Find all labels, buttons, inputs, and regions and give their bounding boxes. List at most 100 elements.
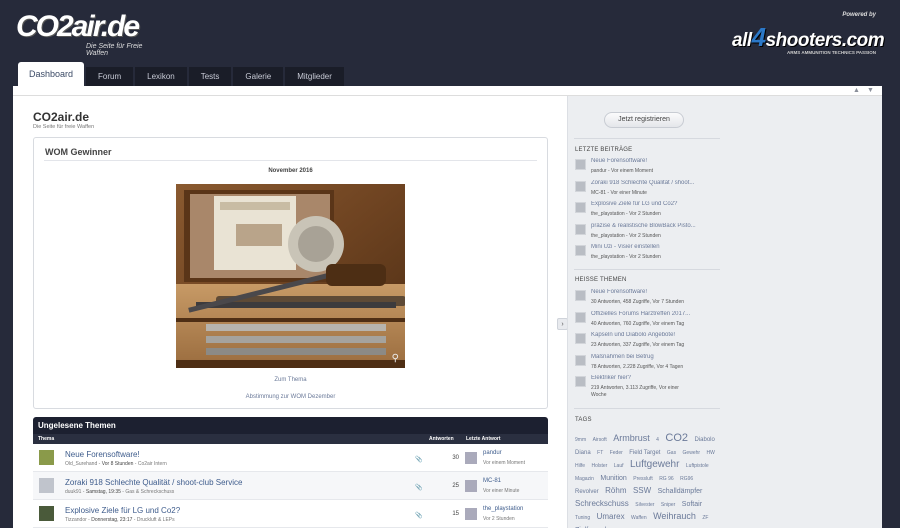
table-row[interactable]: Neue Forensoftware! Old_Surehand - Vor 8 … xyxy=(33,444,548,472)
latest-post-item[interactable]: präzise & realistische BlowBack Pisto...… xyxy=(575,223,721,244)
avatar[interactable] xyxy=(575,354,586,366)
topic-title-link[interactable]: Neue Forensoftware! xyxy=(65,450,140,459)
hot-topic-title-link[interactable]: Offizielles Forums Harztreffen 2017... xyxy=(591,311,721,317)
sponsor-banner[interactable]: Powered by all4shooters.com ARMS AMMUNIT… xyxy=(728,12,885,60)
tag-link[interactable]: Hilfe xyxy=(575,463,585,469)
tag-link[interactable]: Waffen xyxy=(631,515,647,521)
tag-link[interactable]: Gewehr xyxy=(683,450,701,456)
avatar[interactable] xyxy=(575,180,586,192)
tag-link[interactable]: Umarex xyxy=(597,512,625,521)
tag-link[interactable]: Röhm xyxy=(605,486,626,495)
tag-link[interactable]: Armbrust xyxy=(613,433,650,443)
tag-link[interactable]: Munition xyxy=(600,475,626,482)
avatar[interactable] xyxy=(39,478,54,493)
avatar[interactable] xyxy=(39,506,54,521)
table-header: Thema Antworten Letzte Antwort xyxy=(33,434,548,444)
avatar[interactable] xyxy=(575,376,586,387)
tag-link[interactable]: Softair xyxy=(682,501,702,508)
hot-topic-item[interactable]: Offizielles Forums Harztreffen 2017... 40… xyxy=(575,311,721,332)
tag-link[interactable]: Schalldämpfer xyxy=(658,488,703,495)
tag-link[interactable]: Diabolo xyxy=(694,437,714,443)
topic-title-link[interactable]: Zoraki 918 Schlechte Qualität / shoot-cl… xyxy=(65,478,242,487)
avatar[interactable] xyxy=(575,290,586,301)
latest-post-item[interactable]: Zoraki 918 Schlechte Qualität / shoot...… xyxy=(575,180,721,201)
avatar[interactable] xyxy=(575,311,586,323)
table-row[interactable]: Zoraki 918 Schlechte Qualität / shoot-cl… xyxy=(33,472,548,500)
post-title-link[interactable]: Explosive Ziele für LG und Co2? xyxy=(591,201,721,207)
tag-link[interactable]: ZF xyxy=(702,515,708,521)
post-title-link[interactable]: Neue Forensoftware! xyxy=(591,158,721,164)
tag-link[interactable]: Pressluft xyxy=(633,476,652,482)
hot-topic-title-link[interactable]: Kapseln und Diabolo Angebote! xyxy=(591,332,721,338)
wom-thread-link[interactable]: Zum Thema xyxy=(34,377,547,383)
site-logo[interactable]: CO2air.de Die Seite für Freie Waffen xyxy=(16,10,166,57)
tag-link[interactable]: Field Target xyxy=(629,450,660,456)
tab-mitglieder[interactable]: Mitglieder xyxy=(285,67,344,86)
latest-post-item[interactable]: Neue Forensoftware! pandur - Vor einem Mo… xyxy=(575,158,721,179)
tag-link[interactable]: CO2 xyxy=(665,432,688,444)
tag-link[interactable]: HW xyxy=(707,450,715,456)
hot-topic-title-link[interactable]: Elektriker hier? xyxy=(591,375,721,381)
tag-link[interactable]: RG96 xyxy=(680,476,693,482)
wom-vote-link[interactable]: Abstimmung zur WOM Dezember xyxy=(34,394,547,400)
hot-topic-title-link[interactable]: Maßnahmen bei Betrug xyxy=(591,354,721,360)
tag-link[interactable]: Revolver xyxy=(575,489,599,495)
post-title-link[interactable]: Zoraki 918 Schlechte Qualität / shoot... xyxy=(591,180,721,186)
avatar[interactable] xyxy=(465,480,477,492)
tag-link[interactable]: Luftgewehr xyxy=(630,459,679,470)
hot-topic-title-link[interactable]: Neue Forensoftware! xyxy=(591,289,721,295)
tag-link[interactable]: Sniper xyxy=(661,502,675,508)
avatar[interactable] xyxy=(575,202,586,213)
tag-link[interactable]: Gas xyxy=(667,450,676,456)
tag-link[interactable]: FT xyxy=(597,450,603,456)
avatar[interactable] xyxy=(39,450,54,465)
hot-topic-item[interactable]: Neue Forensoftware! 30 Antworten, 458 Zug… xyxy=(575,289,721,310)
sitemap-icon[interactable]: ▲ xyxy=(853,87,860,94)
tag-link[interactable]: RG 96 xyxy=(659,476,673,482)
avatar[interactable] xyxy=(575,245,586,256)
last-reply-user-link[interactable]: the_playstation xyxy=(483,506,523,512)
tag-link[interactable]: Holster xyxy=(591,463,607,469)
tag-link[interactable]: 9mm xyxy=(575,437,586,443)
tag-link[interactable]: Weihrauch xyxy=(653,511,696,521)
arrow-down-icon[interactable]: ▼ xyxy=(867,87,874,94)
latest-post-item[interactable]: Explosive Ziele für LG und Co2? the_plays… xyxy=(575,201,721,222)
hot-topic-item[interactable]: Elektriker hier? 219 Antworten, 3.113 Zug… xyxy=(575,375,721,398)
tab-tests[interactable]: Tests xyxy=(188,67,232,86)
attachment-icon: 📎 xyxy=(415,513,423,519)
tag-link[interactable]: Tuning xyxy=(575,515,590,521)
last-reply-user-link[interactable]: MC-81 xyxy=(483,478,501,484)
last-reply-time: Vor einer Minute xyxy=(483,488,520,494)
topic-title-link[interactable]: Explosive Ziele für LG und Co2? xyxy=(65,506,180,515)
tag-link[interactable]: SSW xyxy=(633,486,651,495)
hot-topic-item[interactable]: Maßnahmen bei Betrug 78 Antworten, 2.228 … xyxy=(575,354,721,375)
avatar[interactable] xyxy=(465,508,477,520)
tag-link[interactable]: Luftpistole xyxy=(686,463,709,469)
tab-galerie[interactable]: Galerie xyxy=(233,67,284,86)
zoom-icon[interactable]: ⚲ xyxy=(392,353,399,364)
tag-link[interactable]: 4 xyxy=(656,437,659,443)
post-title-link[interactable]: präzise & realistische BlowBack Pisto... xyxy=(591,223,721,229)
tab-dashboard[interactable]: Dashboard xyxy=(18,62,85,86)
tag-link[interactable]: Lauf xyxy=(614,463,624,469)
post-title-link[interactable]: Mini Uzi - Visier einstellen xyxy=(591,244,721,250)
avatar[interactable] xyxy=(575,159,586,170)
last-reply-user-link[interactable]: pandur xyxy=(483,450,502,456)
unread-topics-title: Ungelesene Themen xyxy=(33,417,548,434)
tag-link[interactable]: Diana xyxy=(575,450,591,456)
avatar[interactable] xyxy=(575,223,586,235)
tag-link[interactable]: Schreckschuss xyxy=(575,499,629,508)
tag-link[interactable]: Silvester xyxy=(635,502,654,508)
latest-post-item[interactable]: Mini Uzi - Visier einstellen the_playstat… xyxy=(575,244,721,265)
table-row[interactable]: Explosive Ziele für LG und Co2? Tizzandor… xyxy=(33,500,548,528)
tag-link[interactable]: Feder xyxy=(610,450,623,456)
register-button[interactable]: Jetzt registrieren xyxy=(604,112,684,128)
tag-link[interactable]: Airsoft xyxy=(593,437,607,443)
tab-forum[interactable]: Forum xyxy=(86,67,134,86)
avatar[interactable] xyxy=(465,452,477,464)
tab-lexikon[interactable]: Lexikon xyxy=(135,67,187,86)
hot-topic-item[interactable]: Kapseln und Diabolo Angebote! 23 Antworte… xyxy=(575,332,721,353)
wom-winner-image[interactable]: ⚲ xyxy=(176,184,405,368)
tag-link[interactable]: Magazin xyxy=(575,476,594,482)
avatar[interactable] xyxy=(575,333,586,344)
